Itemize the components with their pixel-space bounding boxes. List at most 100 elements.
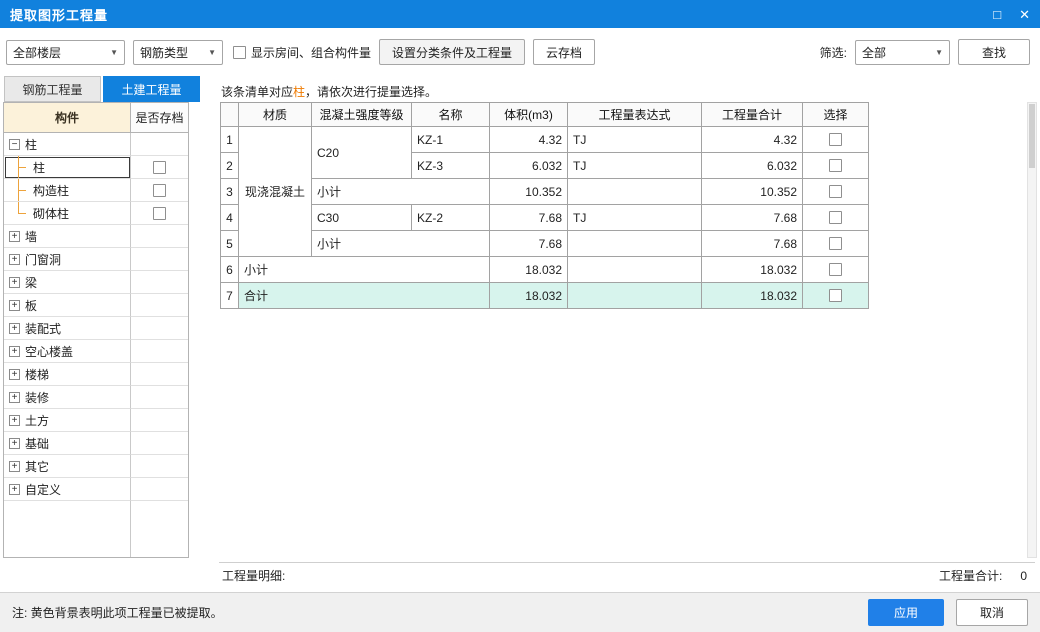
tree-item-label: 墙 [25, 229, 38, 244]
volume-cell: 6.032 [489, 152, 568, 179]
subtotal-label-cell: 小计 [238, 256, 490, 283]
select-checkbox[interactable] [829, 133, 842, 146]
tree-item-slab[interactable]: + 板 [4, 294, 188, 317]
table-row-subtotal[interactable]: 3 小计 10.352 10.352 [220, 178, 869, 205]
expand-icon[interactable]: + [9, 230, 20, 242]
tree-item-label: 空心楼盖 [25, 344, 74, 359]
toolbar: 全部楼层 ▼ 钢筋类型 ▼ 显示房间、组合构件量 设置分类条件及工程量 云存档 … [0, 28, 1040, 76]
titlebar: 提取图形工程量 □ ✕ [0, 0, 1040, 28]
expand-icon[interactable]: + [9, 414, 20, 426]
tree-item-column-parent[interactable]: − 柱 [4, 133, 188, 156]
expand-icon[interactable]: + [9, 299, 20, 311]
tree-item-foundation[interactable]: + 基础 [4, 432, 188, 455]
volume-cell: 4.32 [489, 126, 568, 153]
tab-rebar-quantities[interactable]: 钢筋工程量 [4, 76, 101, 102]
select-checkbox[interactable] [829, 237, 842, 250]
footer-bar: 注: 黄色背景表明此项工程量已被提取。 应用 取消 [0, 592, 1040, 632]
tree-item-stairs[interactable]: + 楼梯 [4, 363, 188, 386]
archive-checkbox[interactable] [153, 206, 166, 220]
find-button[interactable]: 查找 [958, 39, 1030, 65]
tree-item-masonry-column[interactable]: 砌体柱 [4, 202, 188, 225]
tab-civil-quantities[interactable]: 土建工程量 [103, 76, 200, 102]
total-cell: 10.352 [701, 178, 803, 205]
filter-select-value: 全部 [862, 45, 887, 60]
select-checkbox[interactable] [829, 211, 842, 224]
notice-suffix: ，请依次进行提量选择。 [305, 85, 438, 99]
show-room-checkbox[interactable] [233, 45, 246, 59]
tree-item-other[interactable]: + 其它 [4, 455, 188, 478]
total-cell: 6.032 [701, 152, 803, 179]
tree-item-label: 基础 [25, 436, 50, 451]
expression-cell: TJ [567, 152, 702, 179]
filter-label: 筛选: [819, 45, 847, 60]
expand-icon[interactable]: + [9, 391, 20, 403]
floor-select-value: 全部楼层 [13, 45, 62, 60]
collapse-icon[interactable]: − [9, 138, 20, 150]
expand-icon[interactable]: + [9, 322, 20, 334]
select-checkbox[interactable] [829, 159, 842, 172]
expand-icon[interactable]: + [9, 437, 20, 449]
row-number-header [220, 102, 239, 127]
cloud-archive-button[interactable]: 云存档 [533, 39, 596, 65]
table-row-subtotal[interactable]: 6 小计 18.032 18.032 [220, 256, 869, 283]
tree-item-label: 构造柱 [33, 183, 70, 198]
expand-icon[interactable]: + [9, 460, 20, 472]
tab-bar: 钢筋工程量 土建工程量 [4, 76, 200, 102]
status-row: 工程量明细: 工程量合计: 0 [219, 562, 1035, 588]
expand-icon[interactable]: + [9, 253, 20, 265]
tree-item-wall[interactable]: + 墙 [4, 225, 188, 248]
tree-item-decoration[interactable]: + 装修 [4, 386, 188, 409]
row-number: 5 [220, 230, 239, 257]
tree-item-prefabricated[interactable]: + 装配式 [4, 317, 188, 340]
expand-icon[interactable]: + [9, 276, 20, 288]
tree-item-beam[interactable]: + 梁 [4, 271, 188, 294]
select-checkbox[interactable] [829, 263, 842, 276]
filter-select[interactable]: 全部 ▼ [855, 39, 950, 65]
tree-item-constructional-column[interactable]: 构造柱 [4, 179, 188, 202]
tree-item-label: 柱 [33, 160, 46, 175]
set-category-button[interactable]: 设置分类条件及工程量 [379, 39, 526, 65]
tree-item-earthwork[interactable]: + 土方 [4, 409, 188, 432]
expand-icon[interactable]: + [9, 345, 20, 357]
select-checkbox[interactable] [829, 289, 842, 302]
tree-item-label: 装配式 [25, 321, 62, 336]
archive-checkbox[interactable] [153, 183, 166, 197]
tree-item-label: 楼梯 [25, 367, 50, 382]
tree-item-hollow-floor[interactable]: + 空心楼盖 [4, 340, 188, 363]
table-row[interactable]: 1 现浇混凝土 C20 KZ-1 4.32 TJ 4.32 [220, 126, 869, 257]
chevron-down-icon: ▼ [208, 47, 216, 57]
tree-connector [10, 179, 28, 201]
quantity-table: 材质 混凝土强度等级 名称 体积(m3) 工程量表达式 工程量合计 选择 1 现… [220, 102, 869, 309]
vertical-scrollbar[interactable] [1027, 102, 1037, 558]
close-icon[interactable]: ✕ [1019, 8, 1030, 21]
rebar-type-select[interactable]: 钢筋类型 ▼ [133, 39, 223, 65]
row-number: 1 [220, 126, 239, 153]
floor-select[interactable]: 全部楼层 ▼ [6, 39, 125, 65]
select-checkbox[interactable] [829, 185, 842, 198]
grade-cell: C30 [311, 204, 412, 231]
col-expression: 工程量表达式 [567, 102, 702, 127]
quantity-total-value: 0 [1020, 568, 1027, 583]
tree-item-door-window-opening[interactable]: + 门窗洞 [4, 248, 188, 271]
volume-cell: 7.68 [489, 230, 568, 257]
tree-item-custom[interactable]: + 自定义 [4, 478, 188, 501]
archive-checkbox[interactable] [153, 160, 166, 174]
maximize-icon[interactable]: □ [993, 8, 1001, 21]
show-room-checkbox-group: 显示房间、组合构件量 [233, 44, 371, 61]
col-total: 工程量合计 [701, 102, 803, 127]
cancel-button[interactable]: 取消 [956, 599, 1028, 626]
table-row-grand-total[interactable]: 7 合计 18.032 18.032 [220, 282, 869, 309]
expression-cell [567, 178, 702, 205]
scrollbar-thumb[interactable] [1029, 104, 1035, 168]
extract-quantities-dialog: 提取图形工程量 □ ✕ 全部楼层 ▼ 钢筋类型 ▼ 显示房间、组合构件量 设置分… [0, 0, 1040, 632]
tree-item-label: 其它 [25, 459, 50, 474]
table-row[interactable]: 4 C30 KZ-2 7.68 TJ 7.68 [220, 204, 869, 231]
subtotal-label-cell: 小计 [311, 178, 490, 205]
tree-item-column[interactable]: 柱 [4, 156, 188, 179]
notice-prefix: 该条清单对应 [221, 85, 294, 99]
apply-button[interactable]: 应用 [868, 599, 944, 626]
tree-header-archived: 是否存档 [131, 103, 188, 132]
table-row-subtotal[interactable]: 5 小计 7.68 7.68 [220, 230, 869, 257]
expand-icon[interactable]: + [9, 368, 20, 380]
expand-icon[interactable]: + [9, 483, 20, 495]
